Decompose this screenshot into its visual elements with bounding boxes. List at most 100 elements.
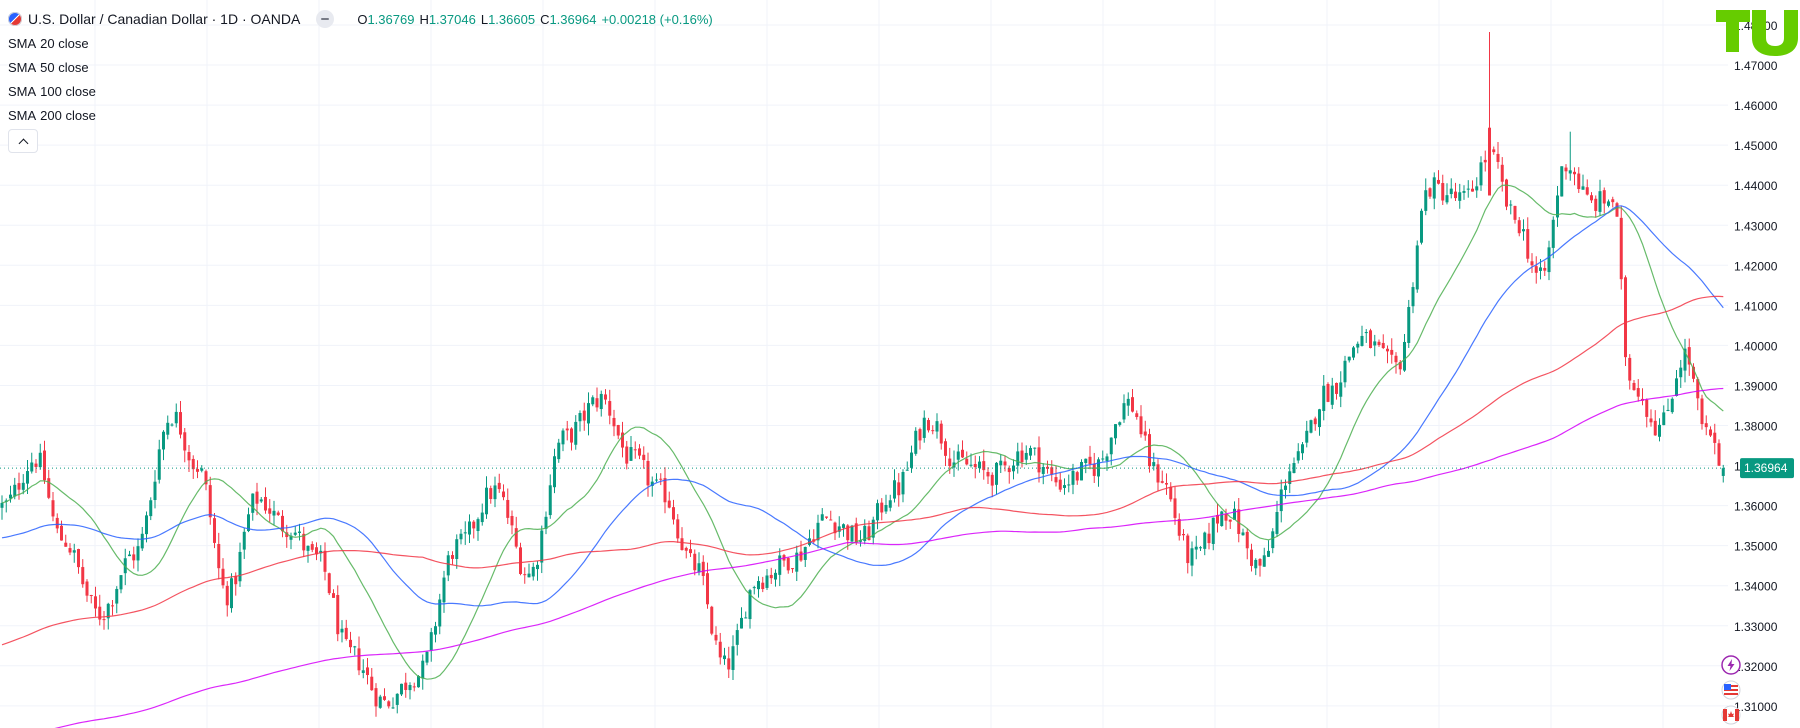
candle — [438, 593, 442, 635]
price-tick-label: 1.45000 — [1734, 139, 1778, 153]
candle — [1054, 466, 1058, 487]
indicator-sma-200[interactable]: SMA 200 close — [8, 105, 713, 125]
candle — [1675, 370, 1678, 397]
candle — [1483, 150, 1487, 172]
candle — [910, 445, 913, 473]
hide-toggle-icon[interactable] — [316, 10, 335, 28]
candle — [476, 517, 480, 541]
candle — [1058, 472, 1062, 493]
candle — [391, 697, 395, 709]
candle — [1177, 513, 1181, 541]
candle — [735, 623, 739, 656]
candle — [765, 568, 769, 591]
low-value: 1.36605 — [488, 11, 536, 27]
candle — [344, 619, 348, 641]
indicator-sma-100[interactable]: SMA 100 close — [8, 81, 713, 101]
candle — [506, 488, 510, 525]
candle — [89, 594, 93, 604]
candle — [1700, 394, 1704, 430]
tradingview-logo[interactable] — [1714, 0, 1800, 58]
candle — [1709, 426, 1712, 437]
indicator-sma-20[interactable]: SMA 20 close — [8, 33, 713, 53]
candle — [1713, 423, 1717, 455]
candle — [1424, 178, 1428, 216]
candle — [1339, 371, 1343, 408]
candle — [1411, 282, 1415, 314]
candle — [102, 611, 106, 630]
candle — [816, 514, 820, 549]
price-tick-label: 1.36000 — [1734, 500, 1778, 514]
collapse-legend-button[interactable] — [8, 129, 38, 153]
candle — [455, 534, 459, 569]
candle — [1381, 334, 1385, 350]
candle — [888, 494, 892, 512]
candle — [1492, 146, 1496, 155]
candle — [893, 469, 896, 503]
candle — [1581, 174, 1585, 190]
candle — [1301, 442, 1304, 460]
chart-root[interactable]: 1.480001.470001.460001.450001.440001.430… — [0, 0, 1800, 728]
candle — [842, 523, 845, 537]
price-tick-label: 1.47000 — [1734, 59, 1778, 73]
candle — [336, 585, 340, 642]
candle — [1097, 457, 1100, 487]
candle — [1233, 501, 1236, 520]
candle — [370, 668, 374, 691]
price-tick-label: 1.38000 — [1734, 420, 1778, 434]
candle — [778, 548, 782, 587]
price-tick-label: 1.39000 — [1734, 379, 1778, 393]
candle — [1254, 558, 1258, 576]
sma-layer — [1, 184, 1724, 728]
candle — [982, 449, 986, 480]
candle — [1666, 398, 1670, 412]
candle — [1526, 217, 1530, 263]
candle — [166, 415, 170, 440]
indicator-sma-50[interactable]: SMA 50 close — [8, 57, 713, 77]
candle — [47, 469, 51, 500]
sma-line — [1, 295, 1724, 646]
open-value: 1.36769 — [367, 11, 415, 27]
candle — [527, 563, 531, 578]
candle — [1360, 325, 1364, 347]
candle — [34, 459, 38, 473]
candle — [1590, 192, 1593, 204]
candle — [935, 413, 939, 439]
candle — [519, 542, 522, 576]
price-tick-label: 1.41000 — [1734, 299, 1778, 313]
symbol-title[interactable]: U.S. Dollar / Canadian Dollar · 1D · OAN… — [28, 11, 300, 28]
candle — [956, 444, 960, 471]
canada-flag-icon[interactable] — [1721, 705, 1741, 725]
lightning-icon[interactable] — [1721, 655, 1741, 675]
candle — [1203, 531, 1207, 556]
candle — [272, 500, 276, 526]
candle — [859, 530, 862, 547]
high-label: H — [419, 11, 429, 27]
candle — [276, 510, 280, 516]
candle — [1670, 397, 1674, 414]
candle — [918, 427, 922, 450]
candle — [162, 430, 165, 461]
candle — [663, 467, 667, 514]
price-tick-label: 1.35000 — [1734, 540, 1778, 554]
candle — [230, 573, 233, 613]
candle — [544, 511, 548, 535]
candle — [1602, 187, 1606, 214]
us-flag-icon[interactable] — [1721, 680, 1741, 700]
open-label: O — [357, 11, 368, 27]
candle — [1658, 418, 1661, 442]
candle — [1271, 528, 1275, 554]
candle — [136, 538, 140, 572]
candle — [412, 682, 416, 692]
candle — [1075, 470, 1079, 485]
candle — [1585, 179, 1589, 196]
candle — [922, 410, 926, 443]
candle — [361, 659, 365, 679]
candle — [638, 444, 641, 460]
candle — [1462, 185, 1466, 200]
candle — [706, 562, 709, 609]
candle — [1330, 377, 1334, 410]
candle — [1615, 201, 1619, 217]
candle — [353, 645, 357, 656]
candle — [1143, 420, 1147, 441]
candle — [901, 469, 905, 503]
